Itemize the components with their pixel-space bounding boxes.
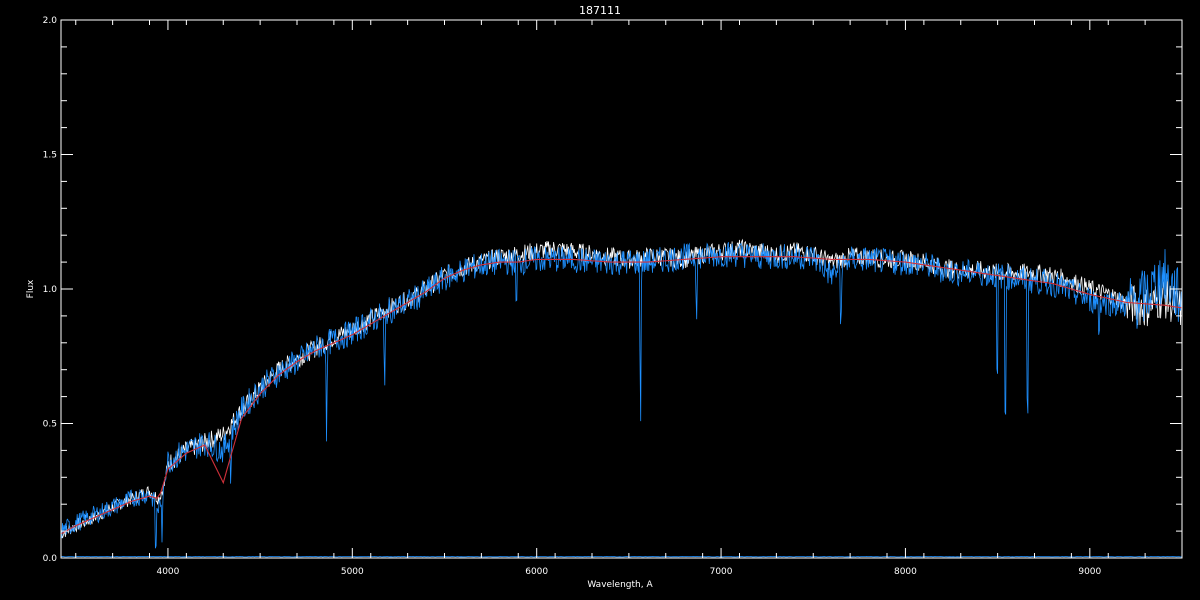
x-tick-label: 9000 xyxy=(1078,567,1101,577)
x-tick-label: 8000 xyxy=(894,567,917,577)
x-tick-label: 6000 xyxy=(525,567,548,577)
y-tick-label: 2.0 xyxy=(43,16,58,26)
x-tick-label: 7000 xyxy=(710,567,733,577)
y-tick-label: 0.0 xyxy=(43,554,58,564)
x-tick-label: 4000 xyxy=(156,567,179,577)
y-tick-label: 1.5 xyxy=(43,151,57,161)
x-tick-label: 5000 xyxy=(341,567,364,577)
y-axis-label: Flux xyxy=(26,279,36,298)
y-tick-label: 0.5 xyxy=(43,420,57,430)
chart-background xyxy=(0,0,1200,600)
y-tick-label: 1.0 xyxy=(43,285,58,295)
chart-title: 187111 xyxy=(579,4,621,17)
spectrum-chart: 187111 4000 5000 6000 7000 8000 9000 0.0 0.5 1.0… xyxy=(0,0,1200,600)
x-axis-label: Wavelength, A xyxy=(587,580,653,590)
